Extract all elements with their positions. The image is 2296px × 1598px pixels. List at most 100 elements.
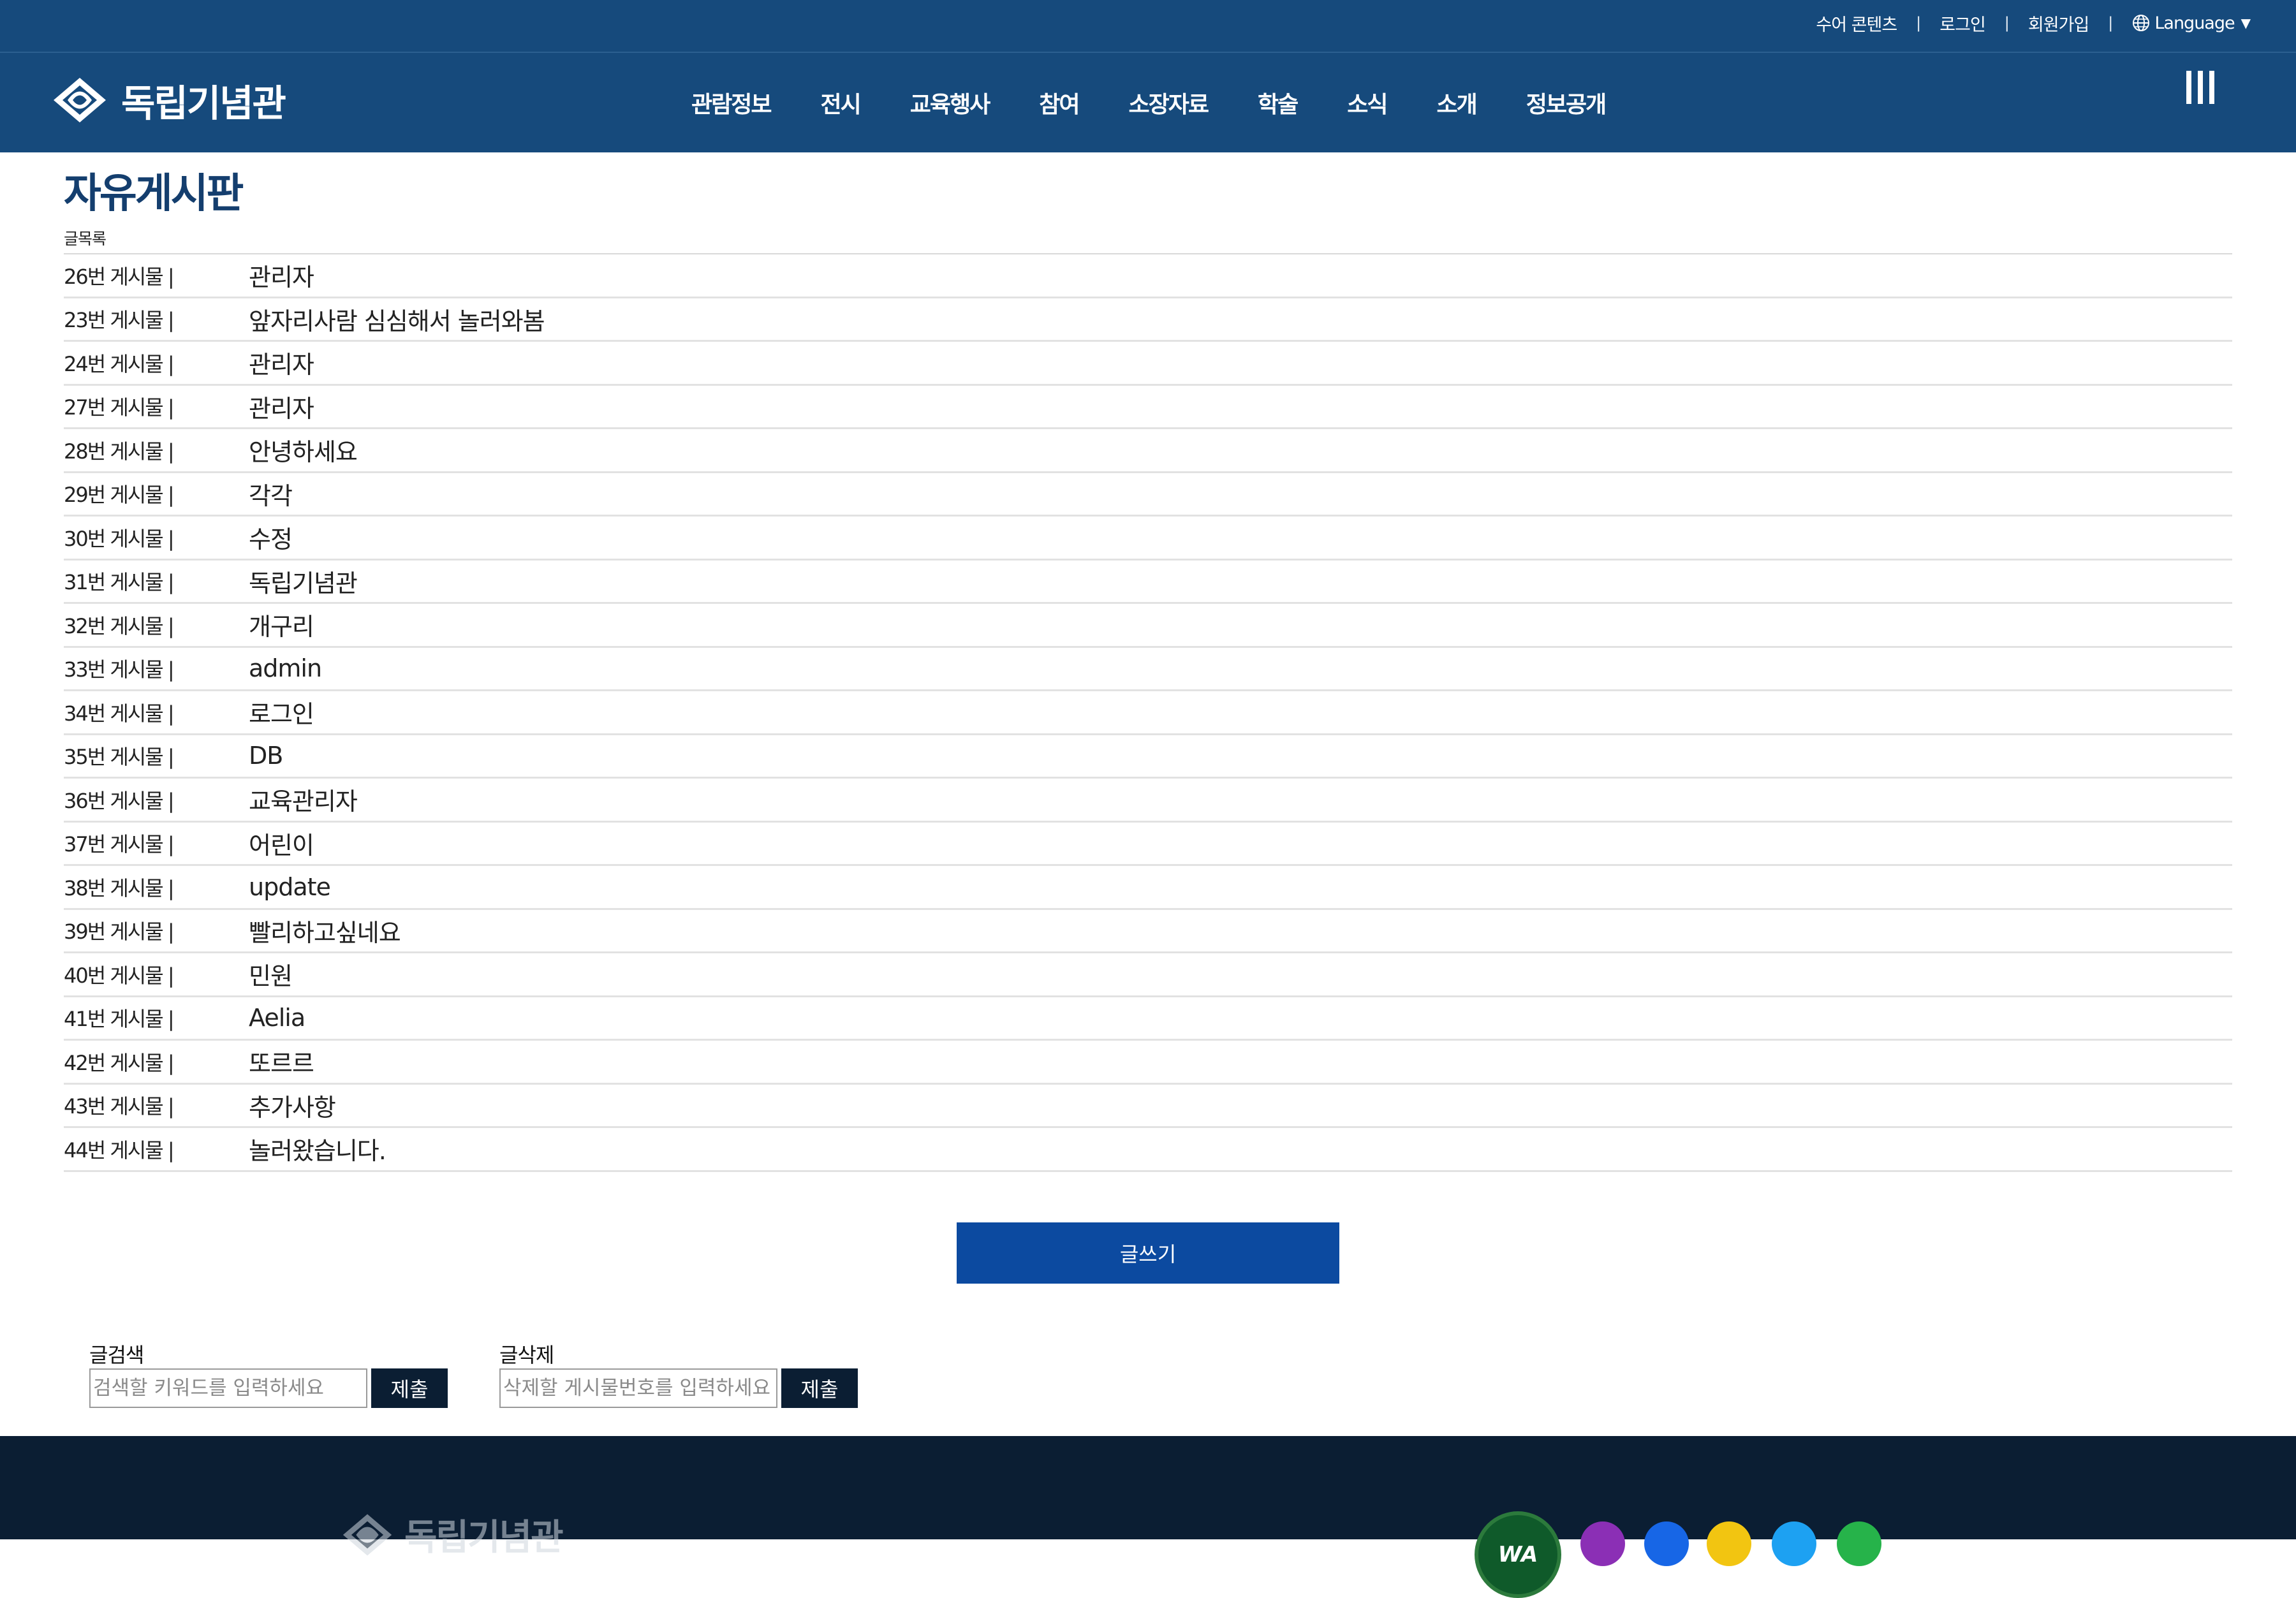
post-row[interactable]: 35번 게시물 | DB <box>64 735 2232 779</box>
post-list: 26번 게시물 | 관리자 23번 게시물 | 앞자리사람 심심해서 놀러와봄 24번 … <box>64 253 2232 1172</box>
twitter-icon[interactable] <box>1772 1521 1816 1566</box>
post-title-link[interactable]: 관리자 <box>249 258 314 293</box>
menu-item-academic[interactable]: 학술 <box>1233 86 1322 119</box>
list-caption: 글목록 <box>64 230 107 248</box>
menu-item-exhibition[interactable]: 전시 <box>795 86 885 119</box>
post-row[interactable]: 43번 게시물 | 추가사항 <box>64 1085 2232 1128</box>
delete-submit-button[interactable]: 제출 <box>781 1368 858 1408</box>
post-row[interactable]: 29번 게시물 | 각각 <box>64 473 2232 517</box>
post-number: 36번 게시물 | <box>64 788 175 813</box>
delete-label: 글삭제 <box>499 1343 554 1367</box>
menu-item-visit-info[interactable]: 관람정보 <box>668 86 795 119</box>
post-title-link[interactable]: 각각 <box>249 476 293 511</box>
post-row[interactable]: 32번 게시물 | 개구리 <box>64 604 2232 648</box>
login-link[interactable]: 로그인 <box>1920 11 2005 36</box>
post-number: 31번 게시물 | <box>64 570 175 595</box>
facebook-icon[interactable] <box>1644 1521 1689 1566</box>
post-title-link[interactable]: 개구리 <box>249 607 314 642</box>
post-title-link[interactable]: 놀러왔습니다. <box>249 1131 386 1166</box>
post-title-link[interactable]: update <box>249 873 331 901</box>
write-post-button[interactable]: 글쓰기 <box>957 1222 1339 1284</box>
page-title: 자유게시판 <box>64 170 244 217</box>
delete-input[interactable] <box>499 1368 777 1408</box>
blog-icon[interactable] <box>1707 1521 1751 1566</box>
post-row[interactable]: 26번 게시물 | 관리자 <box>64 254 2232 298</box>
post-row[interactable]: 31번 게시물 | 독립기념관 <box>64 561 2232 604</box>
post-title-link[interactable]: 민원 <box>249 957 293 992</box>
post-title-link[interactable]: 또르르 <box>249 1044 314 1079</box>
post-number: 38번 게시물 | <box>64 876 175 900</box>
search-label: 글검색 <box>89 1343 144 1367</box>
post-row[interactable]: 27번 게시물 | 관리자 <box>64 386 2232 429</box>
post-title-link[interactable]: 안녕하세요 <box>249 432 358 467</box>
post-number: 33번 게시물 | <box>64 657 175 682</box>
post-title-link[interactable]: 앞자리사람 심심해서 놀러와봄 <box>249 302 545 337</box>
post-number: 43번 게시물 | <box>64 1094 175 1119</box>
post-row[interactable]: 40번 게시물 | 민원 <box>64 953 2232 997</box>
post-title-link[interactable]: 관리자 <box>249 389 314 424</box>
logo-icon <box>54 78 106 122</box>
post-row[interactable]: 44번 게시물 | 놀러왔습니다. <box>64 1128 2232 1172</box>
hamburger-menu-icon[interactable] <box>2186 71 2218 106</box>
post-row[interactable]: 36번 게시물 | 교육관리자 <box>64 779 2232 823</box>
post-number: 35번 게시물 | <box>64 745 175 770</box>
language-selector[interactable]: Language ▼ <box>2112 13 2251 33</box>
separator: | <box>1916 14 1921 32</box>
post-row[interactable]: 37번 게시물 | 어린이 <box>64 823 2232 866</box>
signup-link[interactable]: 회원가입 <box>2009 11 2108 36</box>
post-title-link[interactable]: 어린이 <box>249 826 314 861</box>
chevron-down-icon: ▼ <box>2241 15 2251 31</box>
post-title-link[interactable]: admin <box>249 654 322 682</box>
menu-item-disclosure[interactable]: 정보공개 <box>1501 86 1630 119</box>
logo-text: 독립기념관 <box>121 82 286 125</box>
post-row[interactable]: 28번 게시물 | 안녕하세요 <box>64 429 2232 473</box>
post-title-link[interactable]: DB <box>249 742 283 770</box>
post-row[interactable]: 39번 게시물 | 빨리하고싶네요 <box>64 910 2232 953</box>
search-input[interactable] <box>89 1368 367 1408</box>
footer: 독립기념관 WA <box>0 1436 2296 1598</box>
post-number: 41번 게시물 | <box>64 1007 175 1032</box>
post-row[interactable]: 30번 게시물 | 수정 <box>64 517 2232 561</box>
menu-item-education[interactable]: 교육행사 <box>885 86 1014 119</box>
post-number: 26번 게시물 | <box>64 264 175 289</box>
post-title-link[interactable]: 관리자 <box>249 345 314 380</box>
menu-item-collections[interactable]: 소장자료 <box>1103 86 1232 119</box>
web-accessibility-badge[interactable]: WA <box>1475 1511 1561 1598</box>
post-title-link[interactable]: 추가사항 <box>249 1088 336 1123</box>
menu-item-about[interactable]: 소개 <box>1411 86 1501 119</box>
post-number: 39번 게시물 | <box>64 920 175 944</box>
post-row[interactable]: 24번 게시물 | 관리자 <box>64 342 2232 386</box>
menu-item-news[interactable]: 소식 <box>1322 86 1411 119</box>
main-menu: 관람정보 전시 교육행사 참여 소장자료 학술 소식 소개 정보공개 <box>668 53 1630 152</box>
post-number: 32번 게시물 | <box>64 613 175 638</box>
menu-item-participation[interactable]: 참여 <box>1014 86 1103 119</box>
footer-logo[interactable]: 독립기념관 <box>342 1509 564 1560</box>
post-number: 29번 게시물 | <box>64 483 175 508</box>
post-row[interactable]: 23번 게시물 | 앞자리사람 심심해서 놀러와봄 <box>64 298 2232 342</box>
search-submit-button[interactable]: 제출 <box>371 1368 448 1408</box>
logo-icon <box>342 1513 392 1556</box>
post-row[interactable]: 33번 게시물 | admin <box>64 648 2232 691</box>
main-navigation: 독립기념관 관람정보 전시 교육행사 참여 소장자료 학술 소식 소개 정보공개 <box>0 53 2296 152</box>
post-row[interactable]: 34번 게시물 | 로그인 <box>64 691 2232 735</box>
post-title-link[interactable]: 빨리하고싶네요 <box>249 913 401 948</box>
youtube-icon[interactable] <box>1837 1521 1881 1566</box>
post-number: 24번 게시물 | <box>64 351 175 376</box>
post-row[interactable]: 42번 게시물 | 또르르 <box>64 1041 2232 1085</box>
site-logo[interactable]: 독립기념관 <box>52 70 286 131</box>
post-row[interactable]: 41번 게시물 | Aelia <box>64 997 2232 1041</box>
sign-language-link[interactable]: 수어 콘텐츠 <box>1797 11 1916 36</box>
post-title-link[interactable]: 수정 <box>249 520 293 555</box>
post-number: 40번 게시물 | <box>64 963 175 988</box>
instagram-icon[interactable] <box>1580 1521 1625 1566</box>
post-row[interactable]: 38번 게시물 | update <box>64 866 2232 910</box>
post-title-link[interactable]: Aelia <box>249 1004 305 1032</box>
post-number: 37번 게시물 | <box>64 832 175 857</box>
search-form: 글검색 제출 <box>89 1339 448 1408</box>
post-title-link[interactable]: 교육관리자 <box>249 782 358 817</box>
post-title-link[interactable]: 독립기념관 <box>249 564 358 599</box>
globe-icon <box>2133 15 2150 31</box>
post-title-link[interactable]: 로그인 <box>249 694 314 729</box>
footer-logo-text: 독립기념관 <box>404 1517 564 1558</box>
post-number: 27번 게시물 | <box>64 395 175 420</box>
